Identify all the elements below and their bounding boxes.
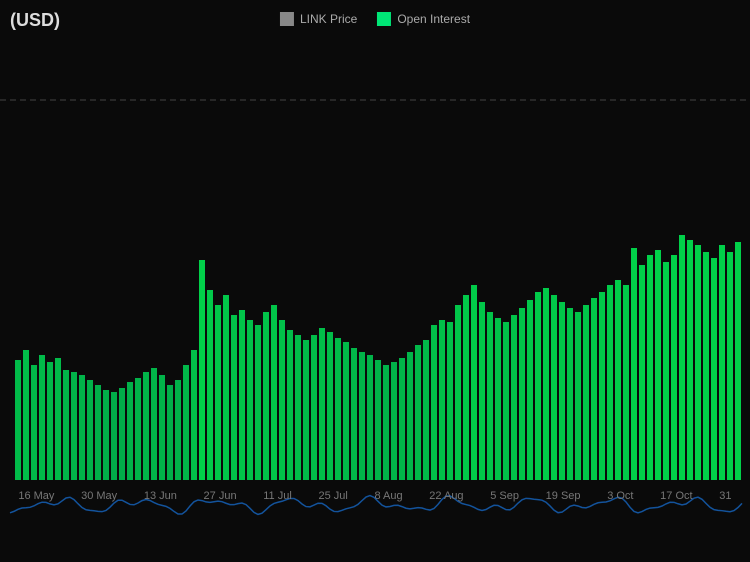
x-axis-label: 8 Aug	[374, 490, 402, 502]
x-axis-label: 22 Aug	[429, 490, 463, 502]
x-axis-label: 30 May	[81, 490, 117, 502]
x-axis-label: 3 Oct	[607, 490, 633, 502]
main-chart-svg	[0, 0, 750, 562]
x-axis-label: 25 Jul	[318, 490, 347, 502]
x-axis-label: 19 Sep	[546, 490, 581, 502]
x-axis-label: 5 Sep	[490, 490, 519, 502]
chart-container: (USD) LINK Price Open Interest 16 May30 …	[0, 0, 750, 562]
x-axis-label: 16 May	[18, 490, 54, 502]
x-axis-label: 13 Jun	[144, 490, 177, 502]
x-axis-labels: 16 May 30 May 13 Jun 27 Jun 11 Jul 25 Jul 8 Au…	[0, 490, 750, 502]
x-axis-label: 11 Jul	[263, 490, 292, 502]
x-axis-label: 31	[719, 490, 731, 502]
x-axis-label: 27 Jun	[204, 490, 237, 502]
x-axis-label: 17 Oct	[660, 490, 692, 502]
